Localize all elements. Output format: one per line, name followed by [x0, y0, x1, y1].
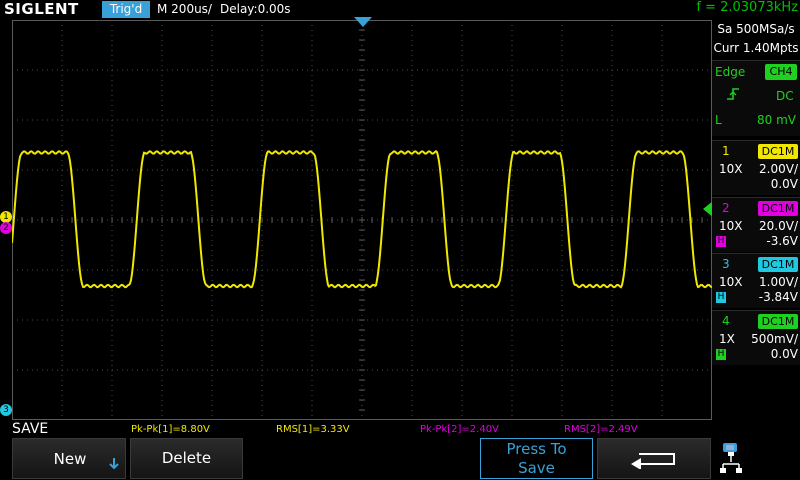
- new-button[interactable]: New: [12, 438, 126, 479]
- bandwidth-limit-badge: H: [716, 349, 726, 360]
- delay-readout[interactable]: Delay:0.00s: [220, 2, 291, 16]
- trigger-position-marker[interactable]: [354, 17, 372, 28]
- channel-probe: 10X: [719, 162, 743, 176]
- channel-2-panel[interactable]: 2 DC1M 10X 20.0V/ -3.6V H: [712, 197, 800, 252]
- channel-offset: 0.0V: [770, 347, 798, 361]
- channel-1-panel[interactable]: 1 DC1M 10X 2.00V/ 0.0V: [712, 140, 800, 195]
- channel-scale: 2.00V/: [759, 162, 798, 176]
- channel-3-panel[interactable]: 3 DC1M 10X 1.00V/ -3.84V H: [712, 253, 800, 308]
- timebase-readout[interactable]: M 200us/: [157, 2, 212, 16]
- channel-offset: 0.0V: [770, 177, 798, 191]
- brand-logo: SIGLENT: [4, 0, 79, 18]
- trigger-coupling: DC: [776, 89, 794, 103]
- usb-network-icon: [720, 443, 742, 473]
- graticule: [12, 20, 712, 420]
- trigger-source-badge: CH4: [765, 64, 797, 80]
- channel-coupling-badge: DC1M: [758, 201, 798, 216]
- menu-title: SAVE: [12, 421, 49, 437]
- waveform-display[interactable]: [12, 20, 712, 420]
- channel-coupling-badge: DC1M: [758, 314, 798, 329]
- measurement-rms-2: RMS[2]=2.49V: [564, 424, 638, 435]
- channel-scale: 20.0V/: [759, 219, 798, 233]
- channel-probe: 1X: [719, 332, 735, 346]
- channel-2-offset-marker[interactable]: 2: [0, 222, 12, 234]
- channel-probe: 10X: [719, 275, 743, 289]
- channel-offset: -3.6V: [766, 234, 798, 248]
- channel-number: 1: [722, 144, 730, 158]
- trigger-type: Edge: [715, 65, 746, 79]
- channel-offset: -3.84V: [758, 290, 798, 304]
- press-to-save-button[interactable]: Press To Save: [480, 438, 593, 479]
- bandwidth-limit-badge: H: [716, 292, 726, 303]
- bandwidth-limit-badge: H: [716, 236, 726, 247]
- return-arrow-icon: [631, 453, 675, 469]
- measurement-pkpk-1: Pk-Pk[1]=8.80V: [131, 424, 210, 435]
- channel-number: 4: [722, 314, 730, 328]
- channel-4-panel[interactable]: 4 DC1M 1X 500mV/ 0.0V H: [712, 310, 800, 365]
- memory-depth: Curr 1.40Mpts: [713, 41, 799, 55]
- top-status-bar: SIGLENT Trig'd M 200us/ Delay:0.00s f = …: [0, 0, 800, 20]
- press-to-save-line1: Press To: [506, 440, 567, 458]
- channel-probe: 10X: [719, 219, 743, 233]
- sample-rate: Sa 500MSa/s: [717, 22, 795, 36]
- trigger-status-badge: Trig'd: [102, 1, 150, 18]
- press-to-save-line2: Save: [518, 459, 555, 477]
- channel-3-offset-marker[interactable]: 3: [0, 404, 12, 416]
- trigger-level-value: 80 mV: [757, 113, 796, 127]
- channel-scale: 1.00V/: [759, 275, 798, 289]
- trigger-panel[interactable]: Edge CH4 DC L 80 mV: [712, 61, 800, 136]
- channel-coupling-badge: DC1M: [758, 144, 798, 159]
- channel-coupling-badge: DC1M: [758, 257, 798, 272]
- channel-number: 2: [722, 201, 730, 215]
- channel-number: 3: [722, 257, 730, 271]
- down-arrow-icon: [109, 458, 119, 470]
- trigger-level-label: L: [715, 113, 722, 127]
- measurement-rms-1: RMS[1]=3.33V: [276, 424, 350, 435]
- back-button[interactable]: [597, 438, 711, 479]
- frequency-counter: f = 2.03073kHz: [696, 0, 798, 15]
- delete-button[interactable]: Delete: [130, 438, 243, 479]
- rising-edge-icon: [727, 88, 739, 100]
- measurement-pkpk-2: Pk-Pk[2]=2.40V: [420, 424, 499, 435]
- channel-scale: 500mV/: [751, 332, 798, 346]
